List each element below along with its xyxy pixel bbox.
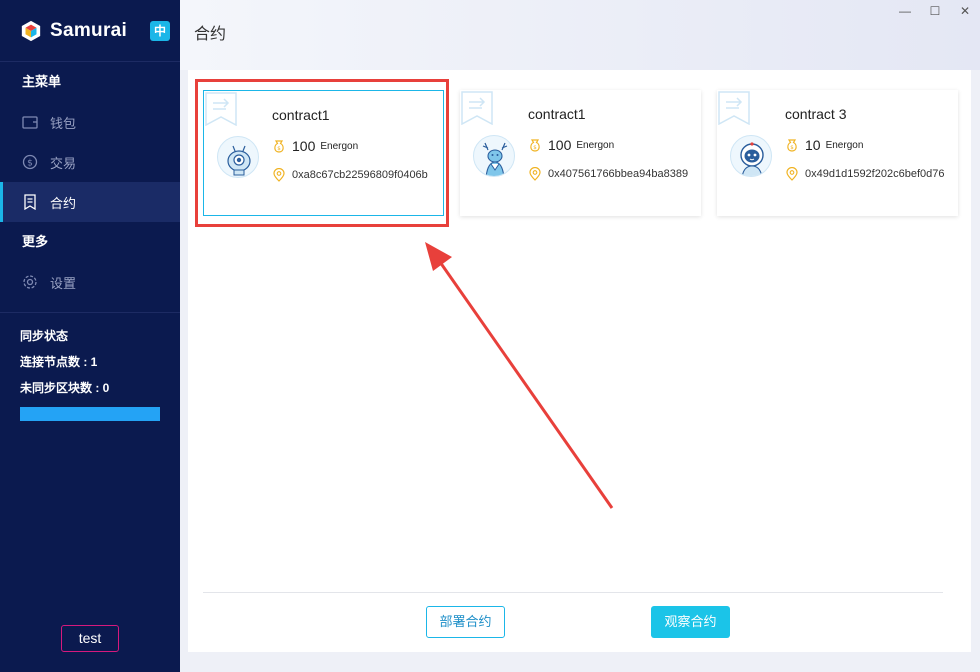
wallet-icon xyxy=(22,114,38,130)
contract-address: 0x49d1d1592f202c6bef0d76 xyxy=(785,166,944,182)
peer-count: 连接节点数 : 1 xyxy=(20,355,98,369)
app-name: Samurai xyxy=(50,19,128,41)
sync-title: 同步状态 xyxy=(20,329,69,343)
contract-card[interactable]: contract 3 $ 10 Energon 0x49d1d1592f202c… xyxy=(717,90,958,216)
balance-unit: Energon xyxy=(576,139,615,151)
main-menu-title: 主菜单 xyxy=(22,74,62,89)
balance-amount: 100 xyxy=(548,137,572,153)
sidebar-item-transaction[interactable]: $ 交易 xyxy=(0,142,180,182)
footer-divider xyxy=(203,592,943,593)
sidebar-item-contract[interactable]: 合约 xyxy=(0,182,180,222)
svg-text:$: $ xyxy=(790,145,794,151)
page-title: 合约 xyxy=(194,26,227,43)
sidebar-item-label: 合约 xyxy=(50,195,77,211)
minimize-button[interactable]: — xyxy=(898,4,912,18)
contract-card[interactable]: contract1 $ 100 Energon 0x407561766bbea9… xyxy=(460,90,701,216)
deer-avatar-icon xyxy=(473,135,515,177)
location-pin-icon xyxy=(529,167,541,181)
close-button[interactable]: ✕ xyxy=(958,4,972,18)
astronaut-avatar-icon xyxy=(730,135,772,177)
contract-name: contract 3 xyxy=(785,106,847,122)
sync-progress-bar xyxy=(20,407,160,421)
gear-icon xyxy=(22,274,38,290)
annotation-highlight-box xyxy=(195,79,449,227)
svg-text:$: $ xyxy=(533,145,537,151)
more-title: 更多 xyxy=(22,234,49,249)
sync-progress-fill xyxy=(20,407,160,421)
contract-address: 0x407561766bbea94ba8389 xyxy=(528,166,688,182)
unsynced-blocks: 未同步区块数 : 0 xyxy=(20,381,110,395)
sidebar-item-label: 交易 xyxy=(50,155,77,171)
balance-amount: 10 xyxy=(805,137,821,153)
contract-name: contract1 xyxy=(528,106,586,122)
address-text: 0x49d1d1592f202c6bef0d76 xyxy=(805,168,945,180)
sidebar-item-settings[interactable]: 设置 xyxy=(0,262,180,302)
svg-text:$: $ xyxy=(27,159,33,169)
location-pin-icon xyxy=(786,167,798,181)
bookmark-icon xyxy=(718,91,750,125)
sidebar: Samurai 中 主菜单 钱包 $ 交易 合约 更多 设置 同步状态 连接节点… xyxy=(0,0,180,672)
sidebar-item-label: 设置 xyxy=(50,275,77,291)
language-toggle-button[interactable]: 中 xyxy=(150,21,170,41)
sidebar-item-wallet[interactable]: 钱包 xyxy=(0,102,180,142)
deploy-contract-button[interactable]: 部署合约 xyxy=(426,606,505,638)
coin-bag-icon: $ xyxy=(530,139,540,152)
window-controls: — ☐ ✕ xyxy=(898,4,972,18)
contract-balance: $ 100 Energon xyxy=(528,137,614,153)
bookmark-icon xyxy=(461,91,493,125)
watch-contract-button[interactable]: 观察合约 xyxy=(651,606,730,638)
sidebar-item-label: 钱包 xyxy=(50,115,77,131)
address-text: 0x407561766bbea94ba8389 xyxy=(548,168,689,180)
balance-unit: Energon xyxy=(825,139,864,151)
dollar-icon: $ xyxy=(22,154,38,170)
contract-balance: $ 10 Energon xyxy=(785,137,863,153)
header: 合约 — ☐ ✕ xyxy=(180,0,980,70)
coin-bag-icon: $ xyxy=(787,139,797,152)
maximize-button[interactable]: ☐ xyxy=(928,4,942,18)
samurai-logo-icon xyxy=(21,20,41,41)
sync-status: 同步状态 连接节点数 : 1 未同步区块数 : 0 xyxy=(0,313,180,421)
contract-icon xyxy=(22,194,38,210)
account-button[interactable]: test xyxy=(61,625,119,652)
